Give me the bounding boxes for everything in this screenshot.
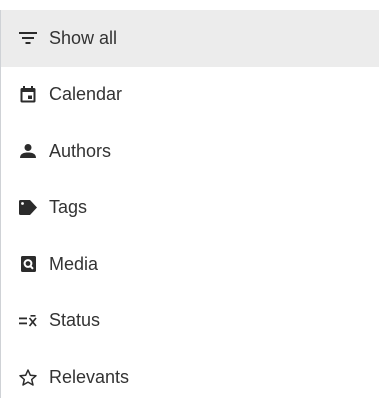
- menu-item-label: Tags: [49, 197, 88, 218]
- tag-icon: [18, 198, 38, 218]
- menu-item-media[interactable]: Media: [1, 236, 379, 293]
- menu-item-tags[interactable]: Tags: [1, 180, 379, 237]
- menu-item-relevants[interactable]: Relevants: [1, 349, 379, 406]
- person-icon: [18, 141, 38, 161]
- menu-item-calendar[interactable]: Calendar: [1, 67, 379, 124]
- menu-item-label: Status: [49, 310, 101, 331]
- menu-item-label: Relevants: [49, 366, 130, 387]
- filter-menu: Show all Calendar Authors Tags Media Sta…: [0, 10, 379, 398]
- status-filter-icon: [18, 311, 38, 331]
- menu-item-label: Show all: [49, 27, 118, 48]
- star-outline-icon: [18, 367, 38, 387]
- menu-item-status[interactable]: Status: [1, 293, 379, 350]
- menu-item-label: Media: [49, 253, 99, 274]
- menu-item-authors[interactable]: Authors: [1, 123, 379, 180]
- menu-item-label: Calendar: [49, 84, 123, 105]
- menu-item-show-all[interactable]: Show all: [1, 10, 379, 67]
- media-search-icon: [18, 254, 38, 274]
- menu-item-label: Authors: [49, 140, 112, 161]
- calendar-icon: [18, 85, 38, 105]
- filter-list-icon: [18, 28, 38, 48]
